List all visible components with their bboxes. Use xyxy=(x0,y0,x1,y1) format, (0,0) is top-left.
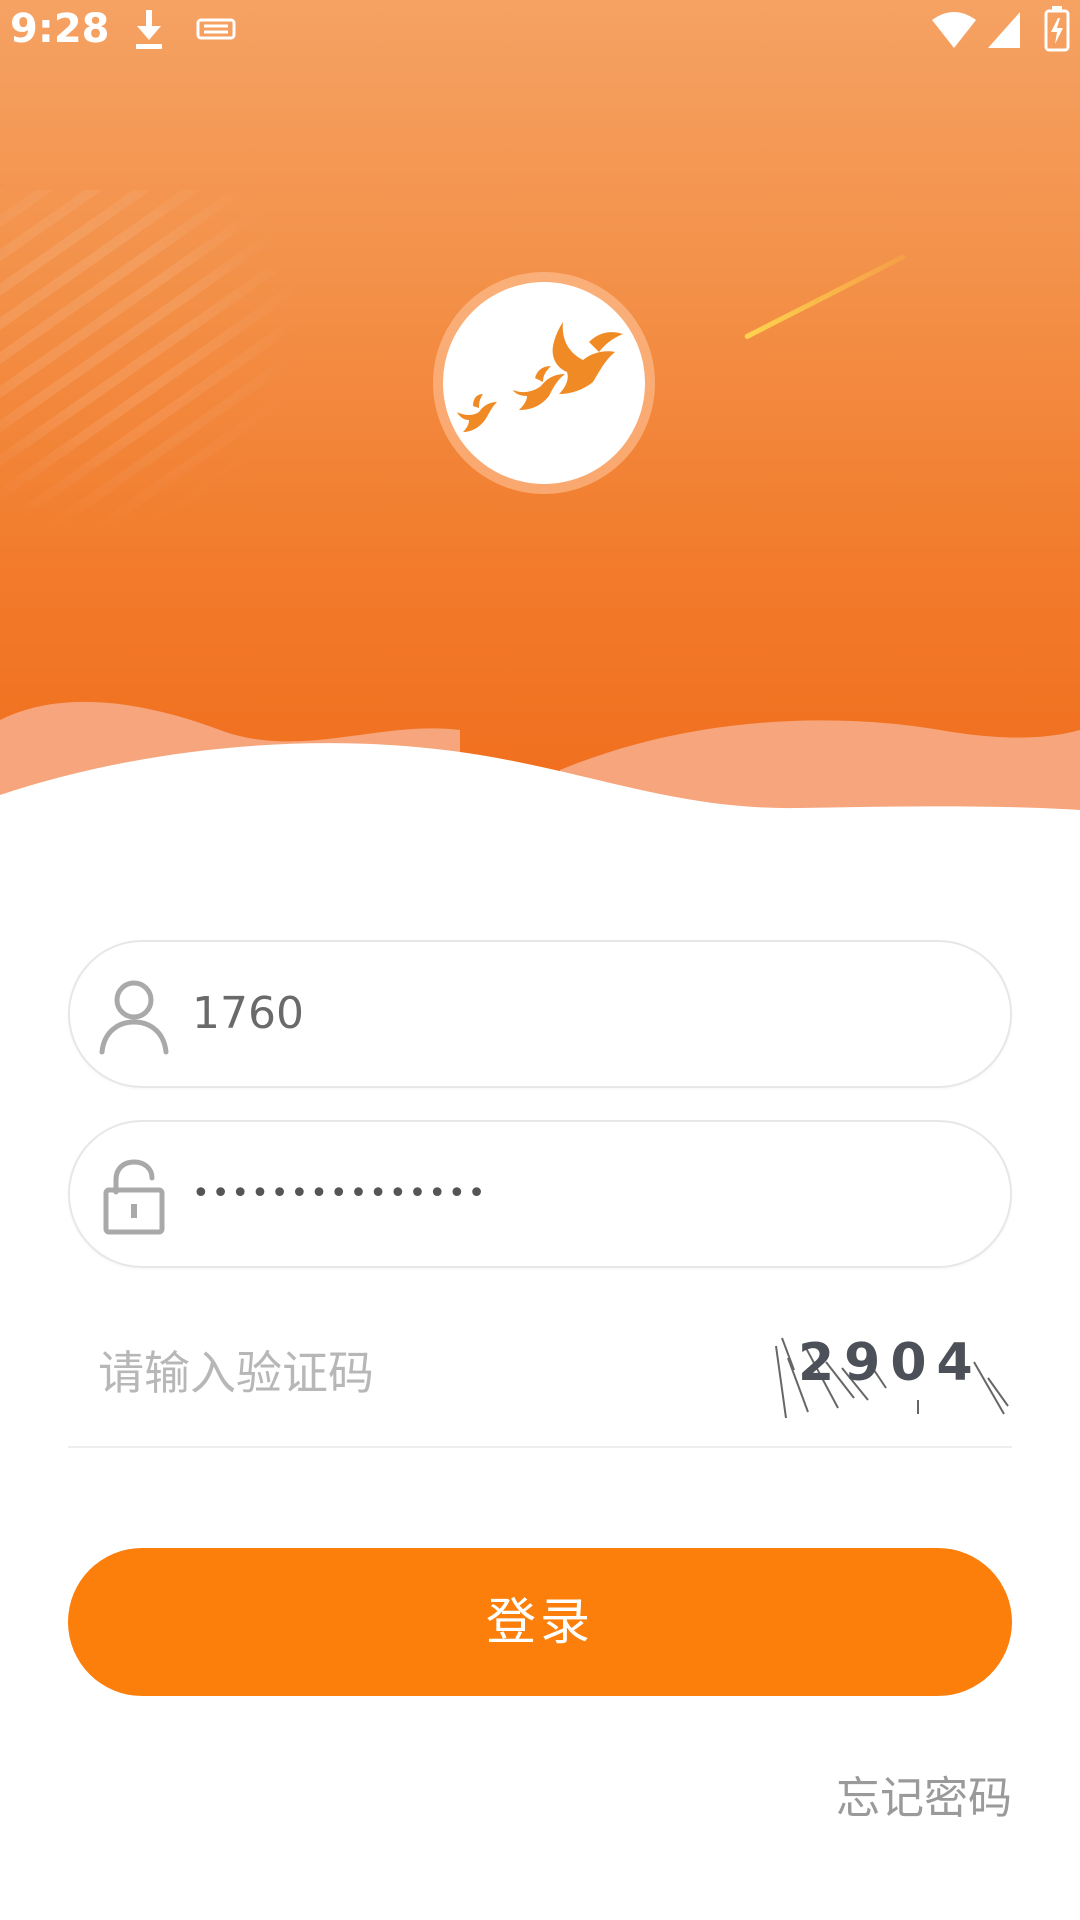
app-logo xyxy=(433,272,655,494)
signal-icon xyxy=(988,12,1020,48)
download-icon xyxy=(136,10,162,49)
decorative-waves xyxy=(0,701,1080,830)
username-value: 1760 xyxy=(192,988,304,1039)
lock-icon xyxy=(103,1159,165,1235)
password-field[interactable]: ••••••••••••••• xyxy=(68,1120,1012,1268)
status-time: 9:28 xyxy=(10,6,110,52)
forgot-password-link[interactable]: 忘记密码 xyxy=(836,1762,1012,1826)
status-bar: 9:28 xyxy=(0,0,1080,64)
flying-birds-icon xyxy=(457,322,623,432)
user-icon xyxy=(99,980,169,1055)
username-field[interactable]: 1760 xyxy=(68,940,1012,1088)
captcha-input[interactable]: 请输入验证码 xyxy=(98,1300,374,1446)
captcha-code: 2904 xyxy=(798,1333,983,1393)
login-button[interactable]: 登录 xyxy=(68,1548,1012,1696)
captcha-row: 请输入验证码 2904 xyxy=(68,1300,1012,1448)
decorative-stripes xyxy=(0,190,300,530)
sd-card-icon xyxy=(196,18,236,40)
decorative-streak xyxy=(743,253,907,340)
wifi-icon xyxy=(932,12,976,48)
captcha-image[interactable]: 2904 xyxy=(768,1318,1012,1428)
logo-circle xyxy=(443,282,645,484)
password-value: ••••••••••••••• xyxy=(192,1176,488,1211)
battery-charging-icon xyxy=(1044,6,1070,52)
